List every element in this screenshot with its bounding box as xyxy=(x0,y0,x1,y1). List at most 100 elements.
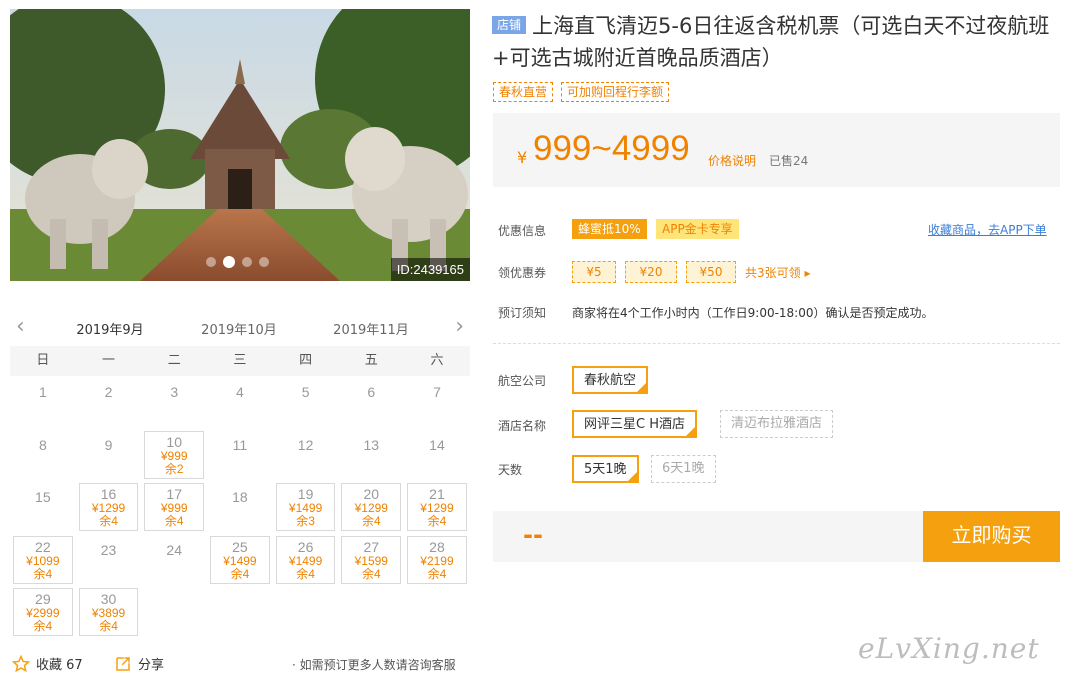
calendar-day: 14 xyxy=(407,431,467,482)
calendar-day: 24 xyxy=(144,536,204,587)
calendar-day-available[interactable]: 10 ¥999 余2 xyxy=(144,430,205,479)
total-price: -- xyxy=(523,521,543,549)
day-number: 2 xyxy=(104,384,113,400)
day-number: 22 xyxy=(35,538,51,555)
app-order-link[interactable]: 收藏商品，去APP下单 xyxy=(928,221,1047,238)
day-number: 23 xyxy=(100,541,117,558)
airline-label: 航空公司 xyxy=(498,374,547,388)
buy-now-button[interactable]: 立即购买 xyxy=(923,511,1060,562)
calendar-day: 1 xyxy=(13,378,73,429)
share-button[interactable]: 分享 xyxy=(114,654,164,673)
tab-month-september[interactable]: 2019年9月 xyxy=(62,319,158,349)
date-calendar: 日 一 二 三 四 五 六 1 2 3 4 5 6 7 8 9 10 ¥999 余2 11 12 13 14 1… xyxy=(10,346,470,639)
bee-discount-badge: 蜂蜜抵10% xyxy=(572,219,647,239)
weekday-label: 日 xyxy=(36,353,50,368)
day-stock: 余2 xyxy=(164,461,184,476)
days-option-5d1n[interactable]: 5天1晚 xyxy=(572,455,639,483)
price-currency: ¥ xyxy=(517,148,528,167)
buy-bar: -- xyxy=(493,511,923,562)
calendar-day-available[interactable]: 17 ¥999 余4 xyxy=(144,483,205,531)
calendar-day: 4 xyxy=(210,378,270,429)
day-number: 26 xyxy=(297,538,314,555)
calendar-day: 3 xyxy=(144,378,204,429)
calendar-day: 6 xyxy=(341,378,401,429)
tab-month-november[interactable]: 2019年11月 xyxy=(323,319,419,338)
day-number: 6 xyxy=(367,384,376,400)
carousel-dot-active[interactable] xyxy=(223,256,235,268)
day-stock: 余4 xyxy=(427,566,447,581)
calendar-day: 13 xyxy=(341,431,401,482)
weekday-label: 六 xyxy=(430,353,444,368)
calendar-month-tabs: ‹ 2019年9月 2019年10月 2019年11月 › xyxy=(10,310,470,349)
calendar-day-available[interactable]: 30 ¥3899 余4 xyxy=(78,588,139,636)
hotel-option-ch[interactable]: 网评三星C H酒店 xyxy=(572,410,697,438)
hotel-label: 酒店名称 xyxy=(498,419,547,433)
day-number: 10 xyxy=(166,433,182,450)
day-number: 7 xyxy=(433,384,441,400)
calendar-day-available[interactable]: 26 ¥1499 余4 xyxy=(275,535,336,584)
coupon-50[interactable]: ¥50 xyxy=(686,261,736,283)
product-tags: 春秋直营 可加购回程行李额 xyxy=(493,82,670,102)
days-label: 天数 xyxy=(498,463,523,477)
day-price: ¥1099 xyxy=(26,553,60,568)
day-stock: 余4 xyxy=(427,514,447,528)
calendar-day-available[interactable]: 19 ¥1499 余3 xyxy=(275,483,336,531)
weekday-label: 三 xyxy=(233,353,247,368)
day-price: ¥1499 xyxy=(288,553,323,568)
days-option-6d1n[interactable]: 6天1晚 xyxy=(651,455,716,483)
day-number: 9 xyxy=(104,436,113,453)
consult-note: · 如需预订更多人数请咨询客服 xyxy=(292,658,456,672)
day-stock: 余4 xyxy=(164,514,184,528)
product-title-text: 上海直飞清迈5-6日往返含税机票（可选白天不过夜航班+可选古城附近首晚品质酒店） xyxy=(492,14,1050,70)
booking-notice-text: 商家将在4个工作小时内（工作日9:00-18:00）确认是否预定成功。 xyxy=(572,306,934,320)
calendar-day-available[interactable]: 16 ¥1299 余4 xyxy=(78,483,139,531)
day-stock: 余4 xyxy=(99,619,118,633)
airline-option-chunqiu[interactable]: 春秋航空 xyxy=(572,366,649,394)
calendar-day-available[interactable]: 28 ¥2199 余4 xyxy=(407,535,467,584)
calendar-day-available[interactable]: 22 ¥1099 余4 xyxy=(13,535,73,584)
photo-id-label: ID:2439165 xyxy=(390,258,470,281)
day-number: 13 xyxy=(363,436,380,453)
weekday-label: 一 xyxy=(102,353,116,368)
calendar-day: 18 xyxy=(210,483,270,534)
hotel-option-buraya[interactable]: 清迈布拉雅酒店 xyxy=(720,410,834,438)
day-stock: 余3 xyxy=(296,514,315,528)
day-number: 16 xyxy=(100,486,117,502)
day-price: ¥2199 xyxy=(420,553,454,568)
day-price: ¥1499 xyxy=(223,553,257,568)
day-stock: 余4 xyxy=(33,566,53,581)
coupons-label: 领优惠券 xyxy=(498,266,547,280)
day-number: 5 xyxy=(301,384,310,400)
day-number: 15 xyxy=(35,489,51,505)
carousel-dots xyxy=(206,256,269,268)
coupons-more-link[interactable]: 共3张可领 ▸ xyxy=(745,264,810,281)
favorite-button[interactable]: 收藏 67 xyxy=(12,654,83,673)
carousel-dot[interactable] xyxy=(206,257,216,267)
calendar-day-available[interactable]: 21 ¥1299 余4 xyxy=(407,483,467,531)
section-divider xyxy=(493,343,1060,344)
calendar-day-available[interactable]: 20 ¥1299 余4 xyxy=(341,483,402,531)
chevron-right-icon[interactable]: › xyxy=(455,314,464,339)
calendar-day: 5 xyxy=(276,378,336,429)
product-photo[interactable]: ID:2439165 xyxy=(10,9,470,281)
app-gold-card-badge: APP金卡专享 xyxy=(656,219,739,239)
calendar-day-available[interactable]: 29 ¥2999 余4 xyxy=(13,588,73,636)
promo-label: 优惠信息 xyxy=(498,224,547,238)
day-number: 12 xyxy=(297,436,314,453)
calendar-day-available[interactable]: 25 ¥1499 余4 xyxy=(210,535,270,584)
calendar-day: 9 xyxy=(79,431,139,482)
calendar-day: 8 xyxy=(13,431,73,482)
day-number: 24 xyxy=(166,541,182,558)
day-number: 3 xyxy=(170,384,179,400)
carousel-dot[interactable] xyxy=(259,257,269,267)
coupon-5[interactable]: ¥5 xyxy=(572,261,616,283)
tab-month-october[interactable]: 2019年10月 xyxy=(191,319,287,338)
chevron-left-icon[interactable]: ‹ xyxy=(16,314,25,339)
coupon-20[interactable]: ¥20 xyxy=(625,261,677,283)
price-explanation-link[interactable]: 价格说明 xyxy=(708,152,756,169)
calendar-day: 2 xyxy=(79,378,139,429)
day-stock: 余4 xyxy=(296,566,315,581)
calendar-day-available[interactable]: 27 ¥1599 余4 xyxy=(341,535,402,584)
share-icon xyxy=(116,656,130,671)
carousel-dot[interactable] xyxy=(242,257,252,267)
